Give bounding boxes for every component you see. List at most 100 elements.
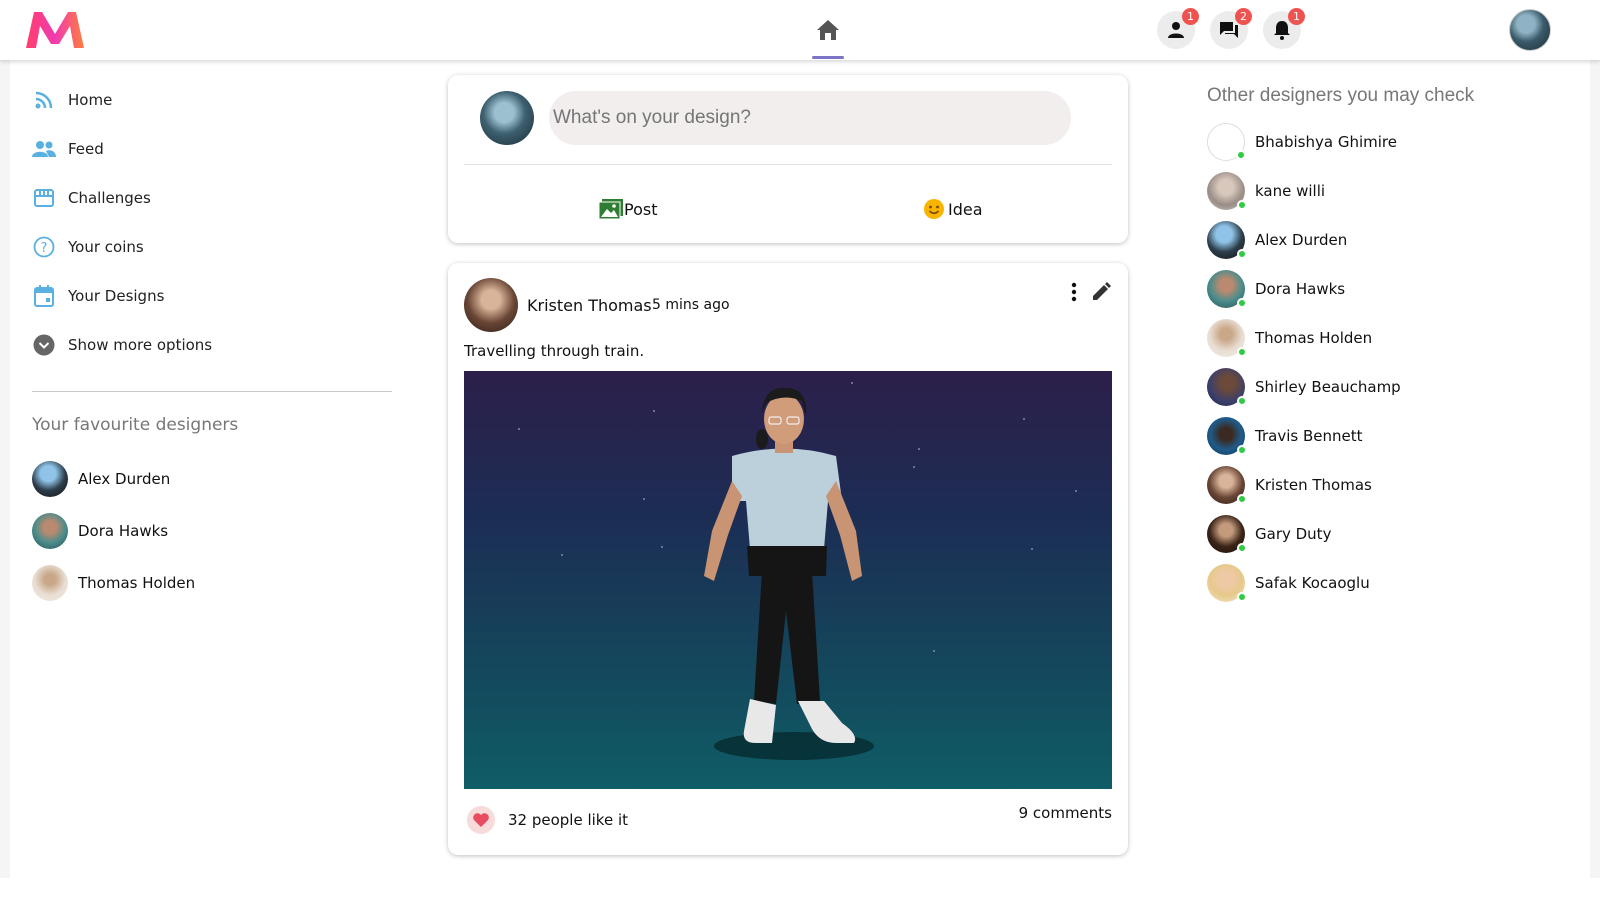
avatar — [1207, 417, 1247, 455]
designer-name: Safak Kocaoglu — [1255, 574, 1370, 592]
favourite-name: Thomas Holden — [78, 574, 196, 592]
other-designers-title: Other designers you may check — [1207, 85, 1475, 106]
messages-button[interactable]: 2 — [1210, 8, 1252, 49]
person-icon — [1168, 22, 1184, 38]
favourite-item[interactable]: Thomas Holden — [32, 565, 195, 601]
heart-icon — [473, 813, 489, 827]
post-card: Kristen Thomas 5 mins ago Travelling thr… — [448, 263, 1128, 855]
post-button[interactable]: Post — [598, 195, 657, 223]
designer-name: Dora Hawks — [1255, 280, 1346, 298]
idea-button[interactable]: Idea — [923, 195, 983, 223]
sidebar-item-label: Feed — [68, 140, 104, 158]
composer-divider — [464, 164, 1112, 165]
online-status-dot — [1237, 249, 1247, 259]
profile-avatar[interactable] — [1509, 9, 1551, 51]
chevron-down-circle-icon — [32, 333, 56, 357]
chat-icon — [1220, 22, 1238, 38]
store-icon — [32, 186, 56, 210]
comments-link[interactable]: 9 comments — [1019, 804, 1112, 822]
designer-item[interactable]: Safak Kocaoglu — [1207, 564, 1370, 602]
online-status-dot — [1236, 150, 1246, 160]
avatar-figure-illustration — [518, 382, 1077, 760]
edit-pencil-icon[interactable] — [1088, 279, 1114, 305]
bell-icon — [1274, 21, 1290, 40]
favourite-item[interactable]: Dora Hawks — [32, 513, 168, 549]
sidebar-item-label: Challenges — [68, 189, 151, 207]
post-timestamp: 5 mins ago — [652, 297, 730, 313]
avatar — [480, 91, 534, 145]
designer-item[interactable]: Gary Duty — [1207, 515, 1331, 553]
online-status-dot — [1237, 298, 1247, 308]
home-icon[interactable] — [812, 14, 844, 46]
online-status-dot — [1237, 396, 1247, 406]
designer-item[interactable]: Alex Durden — [1207, 221, 1347, 259]
sidebar-divider — [32, 391, 392, 392]
left-sidebar: Home Feed Challenges ? Your coins Your D… — [10, 60, 430, 878]
post-author[interactable]: Kristen Thomas — [527, 296, 652, 315]
sidebar-item-feed[interactable]: Feed — [32, 134, 104, 164]
active-tab-indicator — [812, 56, 844, 59]
idea-button-label: Idea — [948, 199, 983, 219]
notifications-button[interactable]: 1 — [1263, 8, 1305, 49]
avatar — [1207, 123, 1246, 161]
avatar — [1207, 270, 1247, 308]
friend-requests-badge: 1 — [1182, 8, 1199, 25]
image-icon — [598, 199, 623, 220]
feed-column: Post Idea Kristen Thomas 5 mins ago — [430, 60, 1150, 878]
designer-item[interactable]: Kristen Thomas — [1207, 466, 1372, 504]
rss-icon — [32, 88, 56, 112]
calendar-icon — [32, 284, 56, 308]
favourite-item[interactable]: Alex Durden — [32, 461, 170, 497]
avatar — [32, 461, 68, 497]
online-status-dot — [1237, 347, 1247, 357]
help-circle-icon: ? — [32, 235, 56, 259]
designer-item[interactable]: Shirley Beauchamp — [1207, 368, 1401, 406]
favourite-name: Alex Durden — [78, 470, 171, 488]
online-status-dot — [1237, 445, 1247, 455]
sidebar-item-label: Your Designs — [68, 287, 165, 305]
favourite-name: Dora Hawks — [78, 522, 169, 540]
top-bar: 1 2 1 — [0, 0, 1600, 60]
sidebar-item-label: Your coins — [68, 238, 144, 256]
online-status-dot — [1237, 494, 1247, 504]
avatar — [1207, 368, 1247, 406]
sidebar-item-home[interactable]: Home — [32, 85, 112, 115]
avatar[interactable] — [464, 278, 518, 332]
app-frame: 1 2 1 Home Feed Challenges ? Your coins … — [0, 0, 1600, 898]
designer-item[interactable]: Travis Bennett — [1207, 417, 1362, 455]
myntra-m-logo[interactable] — [24, 8, 86, 50]
designer-name: Gary Duty — [1255, 525, 1332, 543]
avatar — [32, 513, 68, 549]
more-vertical-icon[interactable] — [1066, 279, 1082, 305]
avatar — [32, 565, 68, 601]
right-sidebar: Other designers you may check Bhabishya … — [1150, 60, 1590, 878]
avatar — [1207, 319, 1247, 357]
bottom-strip — [0, 878, 1600, 898]
post-image[interactable] — [464, 371, 1112, 789]
friend-requests-button[interactable]: 1 — [1157, 8, 1199, 49]
online-status-dot — [1237, 543, 1247, 553]
show-more-options-button[interactable]: Show more options — [32, 330, 212, 360]
online-status-dot — [1237, 592, 1247, 602]
designer-item[interactable]: kane willi — [1207, 172, 1325, 210]
designer-name: Shirley Beauchamp — [1255, 378, 1401, 396]
sidebar-item-label: Home — [68, 91, 113, 109]
sidebar-item-challenges[interactable]: Challenges — [32, 183, 151, 213]
designer-name: Bhabishya Ghimire — [1255, 133, 1397, 151]
sidebar-item-designs[interactable]: Your Designs — [32, 281, 164, 311]
designer-item[interactable]: Bhabishya Ghimire — [1207, 123, 1397, 161]
sidebar-item-coins[interactable]: ? Your coins — [32, 232, 144, 262]
designer-item[interactable]: Thomas Holden — [1207, 319, 1372, 357]
favourites-title: Your favourite designers — [32, 415, 239, 435]
designer-name: Alex Durden — [1255, 231, 1348, 249]
like-button[interactable] — [467, 806, 495, 834]
post-composer: Post Idea — [448, 75, 1128, 243]
post-button-label: Post — [624, 199, 658, 219]
smiley-icon — [924, 199, 944, 219]
designer-name: Thomas Holden — [1255, 329, 1373, 347]
design-input[interactable] — [549, 91, 1071, 145]
designer-item[interactable]: Dora Hawks — [1207, 270, 1345, 308]
designer-name: Travis Bennett — [1255, 427, 1363, 445]
sidebar-item-label: Show more options — [68, 336, 213, 354]
like-count: 32 people like it — [508, 811, 628, 829]
